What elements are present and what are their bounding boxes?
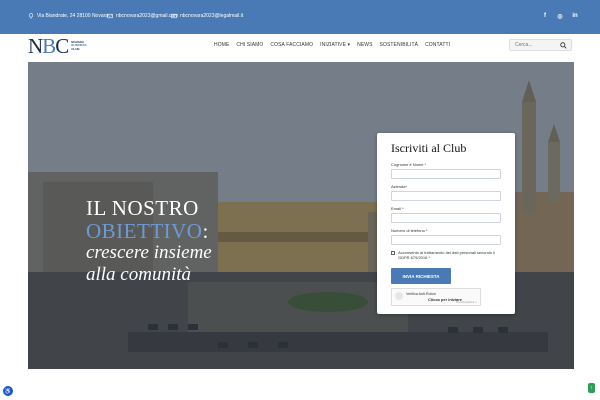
name-label: Cognome e Nome * [391, 162, 427, 167]
hero-headline: IL NOSTRO OBIETTIVO: crescere insieme al… [86, 196, 212, 286]
envelope-icon [171, 13, 177, 19]
location-pin-icon [28, 13, 34, 19]
menu-item-iniziative[interactable]: INIZIATIVE ▾ [320, 42, 350, 48]
search-box [509, 39, 572, 51]
headline-line-4: alla comunità [86, 264, 192, 285]
captcha-widget[interactable]: Verifica Anti-Robot Clicca per iniziare … [391, 288, 481, 306]
email-label: Email * [391, 206, 404, 211]
nbc-logo[interactable]: NBC NOVARA BUSINESS CLUB [28, 35, 87, 57]
search-icon[interactable] [560, 42, 567, 49]
name-field-group: Cognome e Nome * [391, 162, 503, 179]
signup-form-card: Iscriviti al Club Cognome e Nome * Azien… [377, 133, 515, 314]
company-label: Azienda* [391, 184, 408, 189]
menu-item-chi-siamo[interactable]: CHI SIAMO [236, 42, 263, 48]
captcha-footer[interactable]: FriendlyCaptcha ↗ [456, 301, 477, 304]
name-input[interactable] [391, 169, 501, 179]
social-links: f ◎ in [541, 12, 579, 20]
phone-input[interactable] [391, 235, 501, 245]
captcha-title: Verifica Anti-Robot [406, 292, 436, 296]
logo-letters: NBC [28, 33, 69, 58]
menu-item-cosa-facciamo[interactable]: COSA FACCIAMO [270, 42, 313, 48]
search-input[interactable] [515, 42, 559, 48]
address-item: Via Biandrate, 24 28100 Novara [28, 13, 108, 19]
pec-email-item[interactable]: nbcnovara2023@legalmail.it [171, 13, 243, 19]
menu-bar: HOME CHI SIAMO COSA FACCIAMO INIZIATIVE … [214, 42, 450, 48]
headline-line-1: IL NOSTRO [86, 196, 199, 220]
instagram-icon[interactable]: ◎ [556, 12, 564, 20]
email-item[interactable]: nbcnovara2023@gmail.com [107, 13, 178, 19]
menu-item-contatti[interactable]: CONTATTI [425, 42, 450, 48]
submit-button[interactable]: INVIA RICHIESTA [391, 268, 451, 284]
scroll-up-icon[interactable]: ↑ [588, 383, 595, 393]
envelope-icon [107, 13, 113, 19]
menu-item-home[interactable]: HOME [214, 42, 229, 48]
accessibility-icon[interactable]: ♿ [3, 386, 13, 396]
logo-subtitle: NOVARA BUSINESS CLUB [71, 39, 87, 51]
consent-row: Acconsento al trattamento dei dati perso… [391, 250, 503, 260]
menu-item-sostenibilita[interactable]: SOSTENIBILITÀ [380, 42, 419, 48]
email-field-group: Email * [391, 206, 503, 223]
captcha-logo-icon [395, 292, 403, 300]
consent-checkbox[interactable] [391, 250, 395, 255]
company-field-group: Azienda* [391, 184, 503, 201]
linkedin-icon[interactable]: in [571, 12, 579, 20]
consent-text: Acconsento al trattamento dei dati perso… [398, 250, 495, 260]
address-text: Via Biandrate, 24 28100 Novara [37, 13, 109, 19]
email-link[interactable]: nbcnovara2023@gmail.com [116, 13, 178, 19]
top-contact-bar: Via Biandrate, 24 28100 Novara nbcnovara… [0, 0, 600, 34]
email-input[interactable] [391, 213, 501, 223]
phone-label: Numero di telefono * [391, 228, 428, 233]
headline-line-2: OBIETTIVO: [86, 219, 209, 243]
main-navigation: NBC NOVARA BUSINESS CLUB HOME CHI SIAMO CO… [0, 34, 600, 58]
form-title: Iscriviti al Club [391, 141, 467, 155]
facebook-icon[interactable]: f [541, 12, 549, 20]
pec-email-link[interactable]: nbcnovara2023@legalmail.it [180, 13, 243, 19]
phone-field-group: Numero di telefono * [391, 228, 503, 245]
menu-item-news[interactable]: NEWS [357, 42, 372, 48]
headline-line-3: crescere insieme [86, 242, 212, 263]
company-input[interactable] [391, 191, 501, 201]
